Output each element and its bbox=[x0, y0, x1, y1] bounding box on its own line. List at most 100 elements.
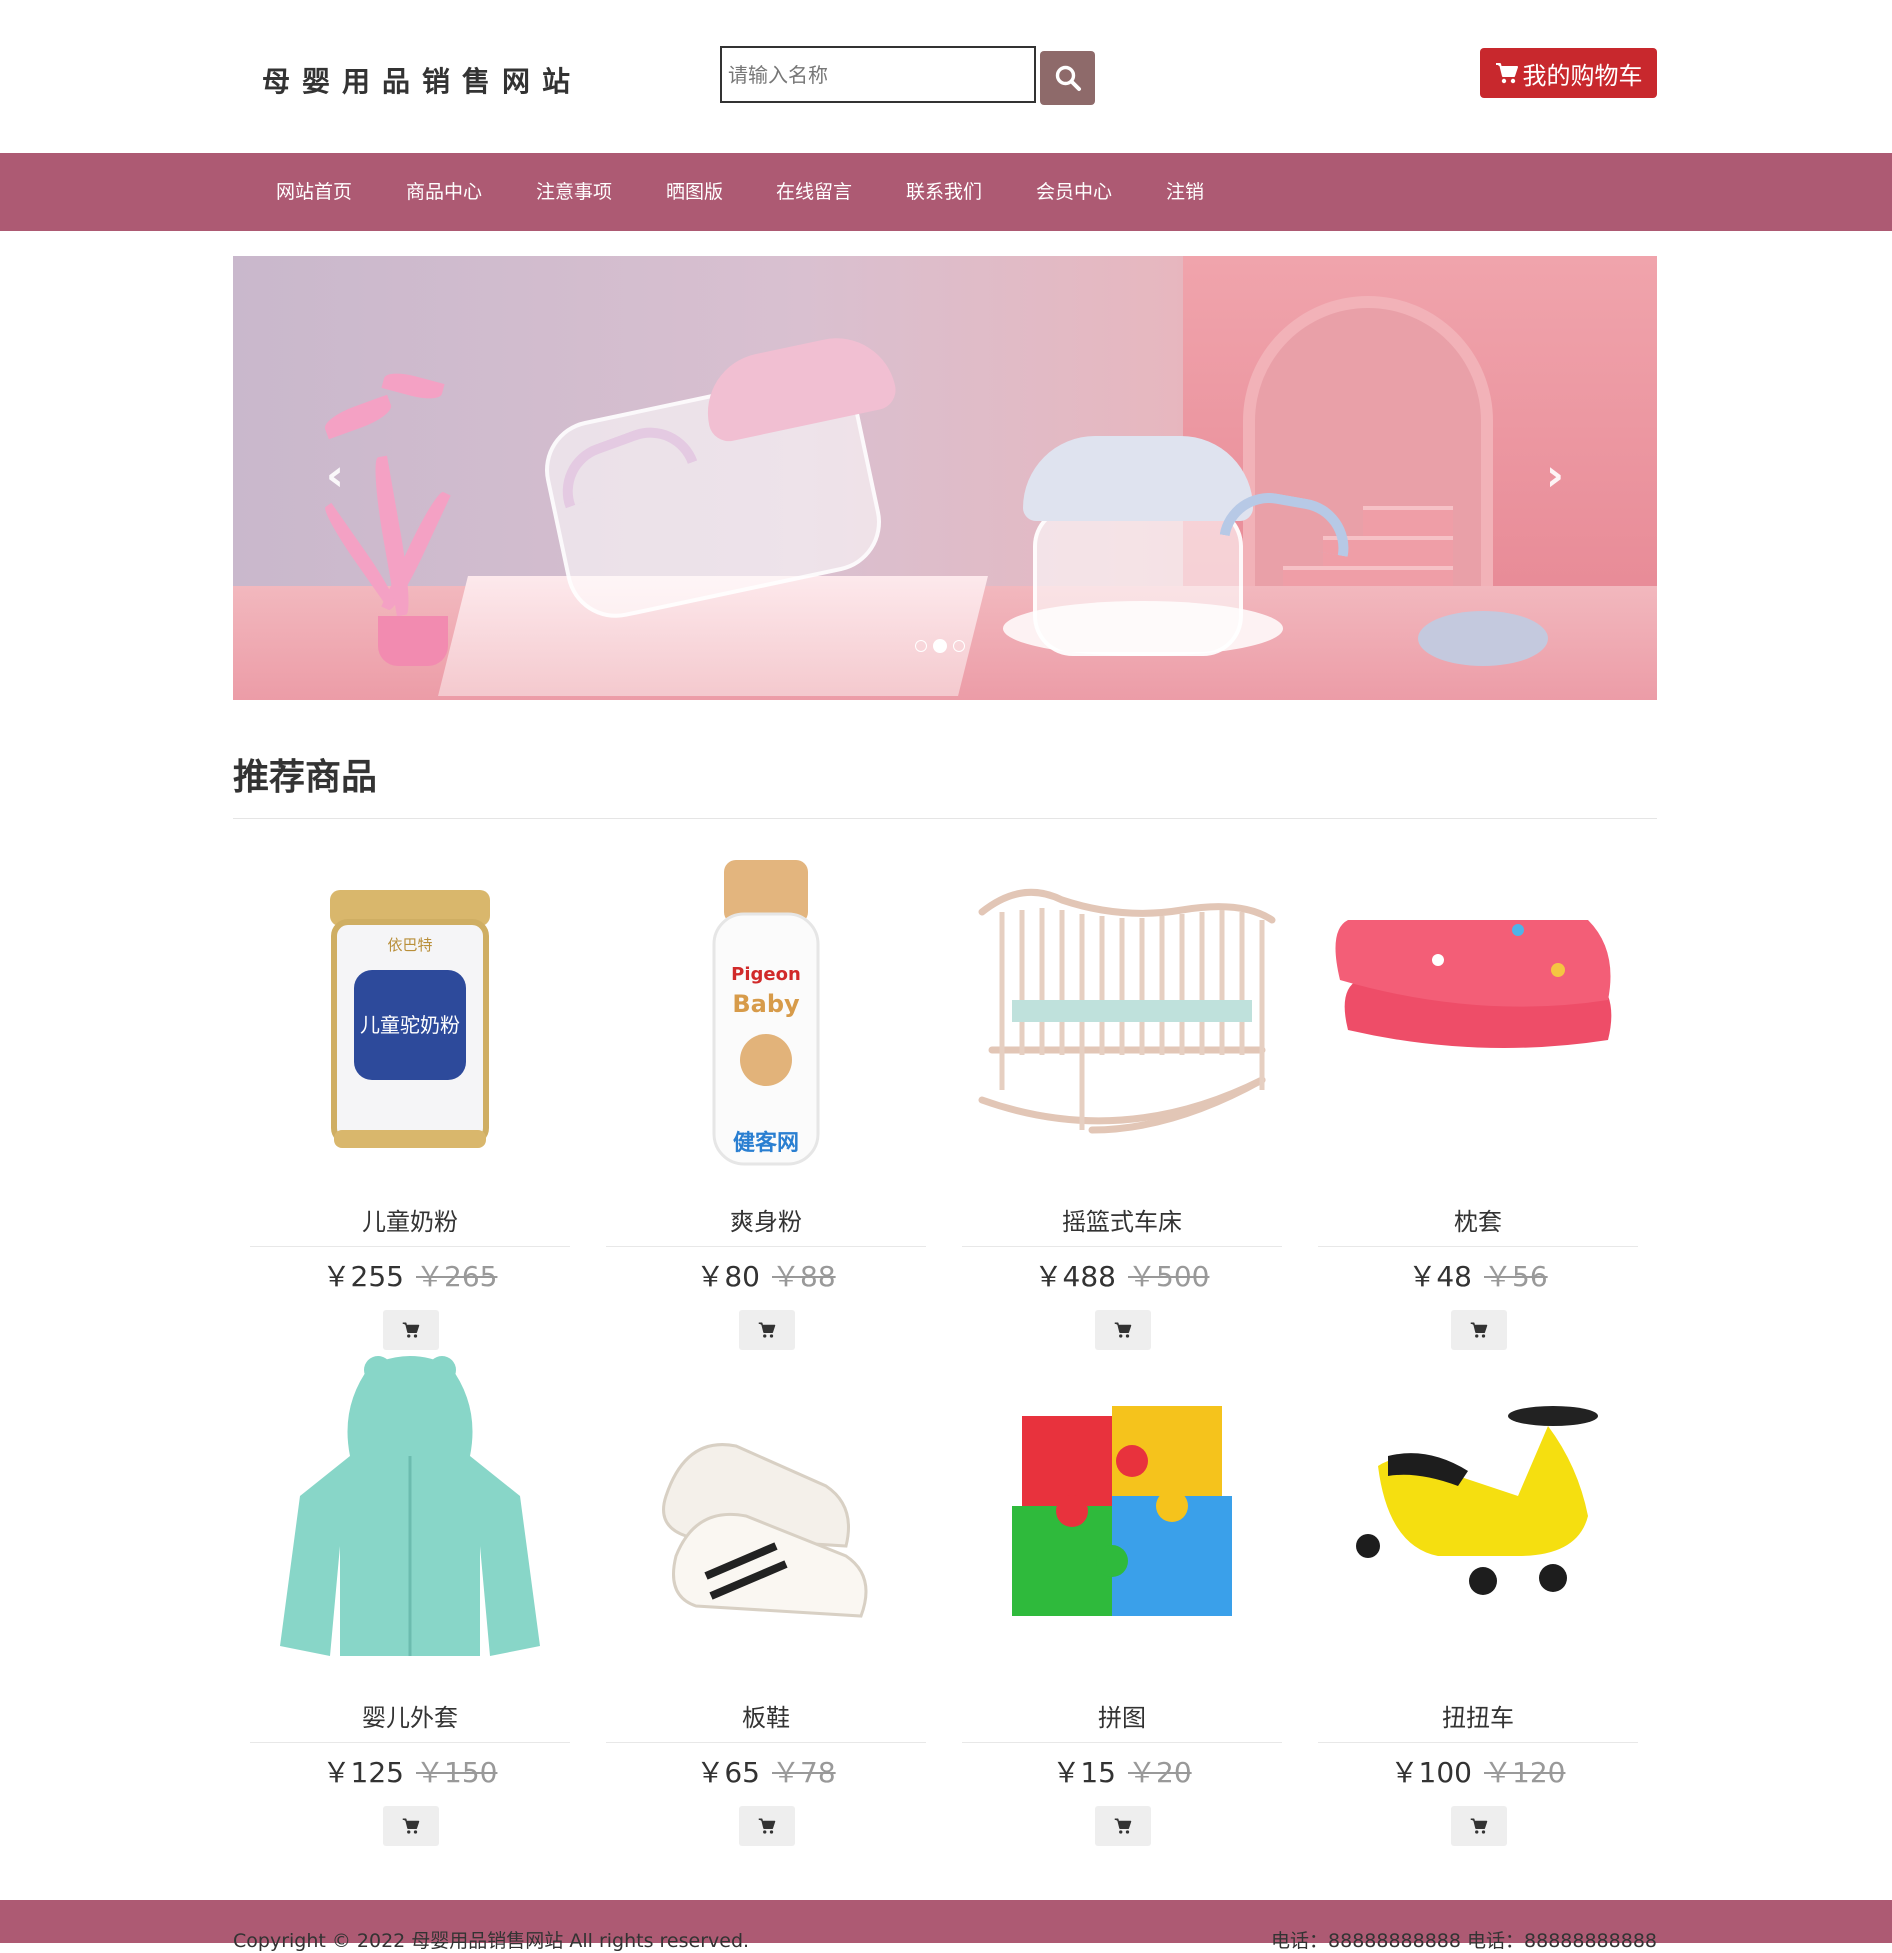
cart-icon bbox=[1470, 1818, 1488, 1834]
product-card[interactable]: Pigeon Baby 健客网 爽身粉 ￥80 ￥88 bbox=[606, 850, 926, 1350]
product-image-cradle bbox=[978, 888, 1276, 1134]
product-price: ￥488 bbox=[1034, 1260, 1116, 1293]
carousel-dot[interactable] bbox=[953, 640, 965, 652]
nav-notices[interactable]: 注意事项 bbox=[536, 153, 612, 231]
svg-text:依巴特: 依巴特 bbox=[387, 936, 432, 954]
carousel-next-button[interactable]: › bbox=[1535, 454, 1575, 498]
product-name[interactable]: 婴儿外套 bbox=[250, 1698, 570, 1733]
search-icon bbox=[1055, 65, 1081, 91]
product-image-puzzle bbox=[1012, 1406, 1232, 1616]
product-name[interactable]: 拼图 bbox=[962, 1698, 1282, 1733]
product-prices: ￥255 ￥265 bbox=[250, 1255, 570, 1295]
add-to-cart-button[interactable] bbox=[383, 1310, 439, 1350]
banner-carousel[interactable]: ‹ › bbox=[233, 256, 1657, 700]
product-name[interactable]: 摇篮式车床 bbox=[962, 1202, 1282, 1237]
carousel-prev-button[interactable]: ‹ bbox=[315, 454, 355, 498]
product-prices: ￥65 ￥78 bbox=[606, 1751, 926, 1791]
svg-text:健客网: 健客网 bbox=[733, 1130, 799, 1156]
banner-scene-plant-pot bbox=[378, 616, 448, 666]
svg-text:儿童驼奶粉: 儿童驼奶粉 bbox=[360, 1013, 460, 1037]
carousel-dot[interactable] bbox=[915, 640, 927, 652]
add-to-cart-button[interactable] bbox=[1095, 1806, 1151, 1846]
add-to-cart-button[interactable] bbox=[383, 1806, 439, 1846]
product-old-price: ￥120 bbox=[1484, 1756, 1566, 1789]
footer-copyright: Copyright © 2022 母婴用品销售网站 All rights res… bbox=[233, 1930, 750, 1952]
my-cart-label: 我的购物车 bbox=[1522, 61, 1643, 90]
product-prices: ￥80 ￥88 bbox=[606, 1255, 926, 1295]
product-old-price: ￥150 bbox=[416, 1756, 498, 1789]
product-divider bbox=[250, 1742, 570, 1743]
site-header: 母婴用品销售网站 我的购物车 bbox=[0, 0, 1892, 153]
search-box bbox=[720, 46, 1036, 103]
main-nav: 网站首页 商品中心 注意事项 晒图版 在线留言 联系我们 会员中心 注销 bbox=[0, 153, 1892, 231]
product-name[interactable]: 板鞋 bbox=[606, 1698, 926, 1733]
search-button[interactable] bbox=[1040, 51, 1095, 105]
nav-messages[interactable]: 在线留言 bbox=[776, 153, 852, 231]
product-name[interactable]: 扭扭车 bbox=[1318, 1698, 1638, 1733]
cart-icon bbox=[402, 1818, 420, 1834]
product-name[interactable]: 枕套 bbox=[1318, 1202, 1638, 1237]
product-card[interactable]: 儿童驼奶粉 依巴特 儿童奶粉 ￥255 ￥265 bbox=[250, 850, 570, 1350]
product-name[interactable]: 儿童奶粉 bbox=[250, 1202, 570, 1237]
cart-icon bbox=[758, 1818, 776, 1834]
cart-icon bbox=[1114, 1818, 1132, 1834]
product-image-baby-powder: Pigeon Baby 健客网 bbox=[712, 860, 820, 1166]
section-title: 推荐商品 bbox=[233, 757, 378, 798]
product-prices: ￥100 ￥120 bbox=[1318, 1751, 1638, 1791]
product-price: ￥65 bbox=[696, 1756, 760, 1789]
product-old-price: ￥500 bbox=[1128, 1260, 1210, 1293]
add-to-cart-button[interactable] bbox=[739, 1310, 795, 1350]
nav-member-center[interactable]: 会员中心 bbox=[1036, 153, 1112, 231]
product-price: ￥48 bbox=[1408, 1260, 1472, 1293]
product-image-sneakers bbox=[662, 1443, 868, 1618]
product-divider bbox=[1318, 1246, 1638, 1247]
nav-contact[interactable]: 联系我们 bbox=[906, 153, 982, 231]
product-divider bbox=[1318, 1742, 1638, 1743]
add-to-cart-button[interactable] bbox=[739, 1806, 795, 1846]
cart-icon bbox=[758, 1322, 776, 1338]
cart-icon bbox=[1114, 1322, 1132, 1338]
product-price: ￥100 bbox=[1390, 1756, 1472, 1789]
banner-bottle-blue-cap bbox=[1023, 436, 1253, 521]
product-old-price: ￥88 bbox=[772, 1260, 836, 1293]
product-prices: ￥15 ￥20 bbox=[962, 1751, 1282, 1791]
svg-text:Baby: Baby bbox=[732, 990, 800, 1018]
product-old-price: ￥78 bbox=[772, 1756, 836, 1789]
product-card[interactable]: 板鞋 ￥65 ￥78 bbox=[606, 1346, 926, 1846]
product-image-swing-car bbox=[1356, 1406, 1598, 1595]
nav-products[interactable]: 商品中心 bbox=[406, 153, 482, 231]
product-card[interactable]: 枕套 ￥48 ￥56 bbox=[1318, 850, 1638, 1350]
add-to-cart-button[interactable] bbox=[1451, 1806, 1507, 1846]
carousel-indicators bbox=[915, 639, 965, 653]
site-logo[interactable]: 母婴用品销售网站 bbox=[262, 60, 582, 100]
product-image-milk-powder: 儿童驼奶粉 依巴特 bbox=[330, 890, 490, 1148]
product-old-price: ￥265 bbox=[416, 1260, 498, 1293]
banner-scene-pebble bbox=[1418, 611, 1548, 666]
product-divider bbox=[606, 1246, 926, 1247]
product-price: ￥125 bbox=[322, 1756, 404, 1789]
search-input[interactable] bbox=[722, 48, 1034, 101]
add-to-cart-button[interactable] bbox=[1095, 1310, 1151, 1350]
nav-photo-board[interactable]: 晒图版 bbox=[666, 153, 723, 231]
product-old-price: ￥20 bbox=[1128, 1756, 1192, 1789]
product-card[interactable]: 婴儿外套 ￥125 ￥150 bbox=[250, 1346, 570, 1846]
nav-logout[interactable]: 注销 bbox=[1166, 153, 1204, 231]
section-divider bbox=[233, 818, 1657, 819]
product-prices: ￥48 ￥56 bbox=[1318, 1255, 1638, 1295]
product-price: ￥255 bbox=[322, 1260, 404, 1293]
product-divider bbox=[606, 1742, 926, 1743]
banner-bottle-blue bbox=[1033, 506, 1243, 656]
product-card[interactable]: 摇篮式车床 ￥488 ￥500 bbox=[962, 850, 1282, 1350]
product-price: ￥15 bbox=[1052, 1756, 1116, 1789]
my-cart-button[interactable]: 我的购物车 bbox=[1480, 48, 1657, 98]
cart-icon bbox=[1495, 61, 1519, 85]
product-price: ￥80 bbox=[696, 1260, 760, 1293]
nav-home[interactable]: 网站首页 bbox=[276, 153, 352, 231]
product-divider bbox=[962, 1246, 1282, 1247]
product-image-baby-jacket bbox=[280, 1356, 540, 1656]
product-card[interactable]: 拼图 ￥15 ￥20 bbox=[962, 1346, 1282, 1846]
carousel-dot-active[interactable] bbox=[933, 639, 947, 653]
add-to-cart-button[interactable] bbox=[1451, 1310, 1507, 1350]
product-name[interactable]: 爽身粉 bbox=[606, 1202, 926, 1237]
product-card[interactable]: 扭扭车 ￥100 ￥120 bbox=[1318, 1346, 1638, 1846]
